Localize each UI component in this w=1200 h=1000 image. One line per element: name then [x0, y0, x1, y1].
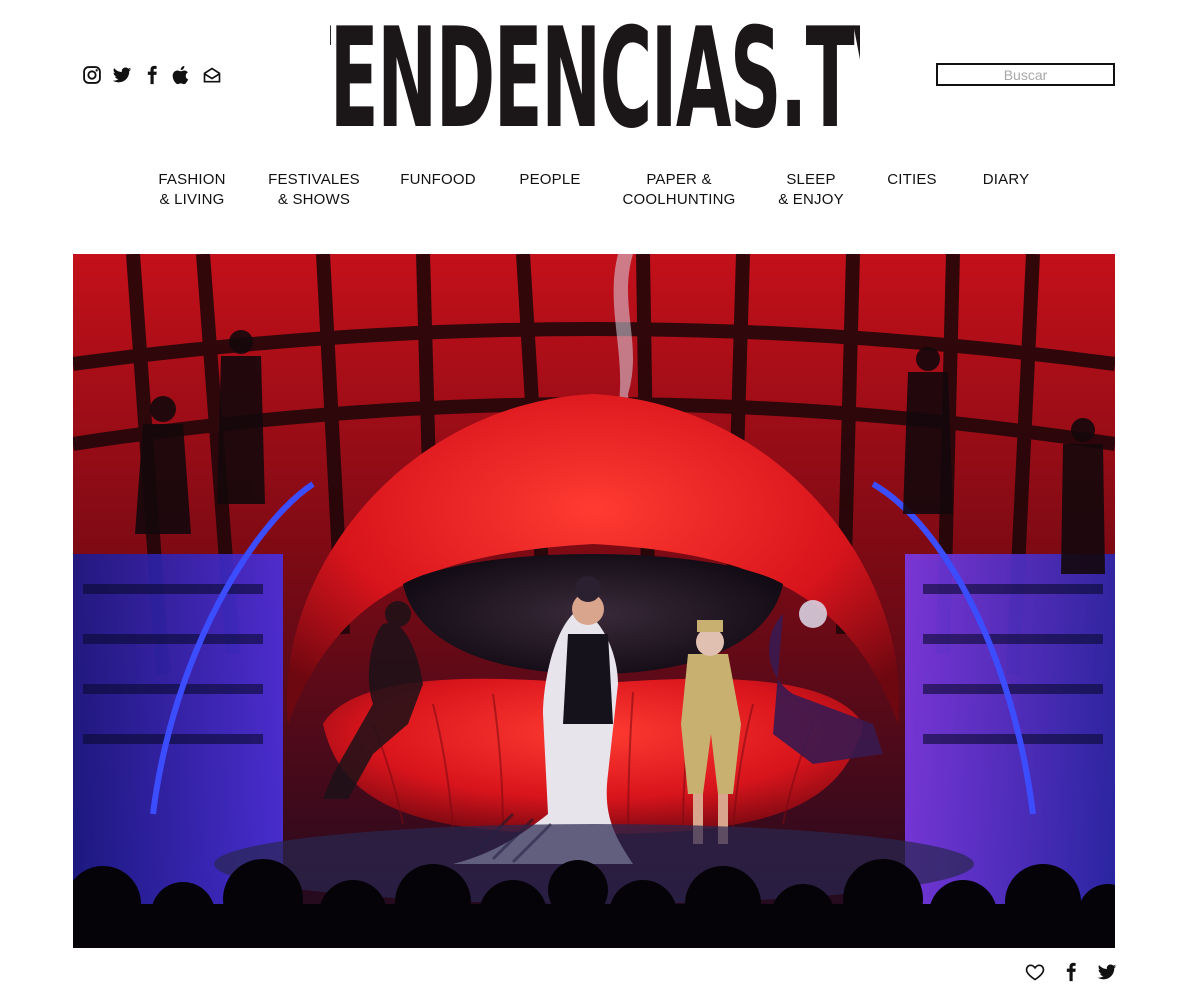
main-nav: FASHION & LIVING FESTIVALES & SHOWS FUNF…	[0, 170, 1200, 220]
share-bar	[1024, 961, 1118, 983]
nav-item-paper-coolhunting[interactable]: PAPER & COOLHUNTING	[622, 170, 735, 209]
site-logo[interactable]: TENDENCIAS.TV	[330, 4, 860, 154]
twitter-icon[interactable]	[1096, 961, 1118, 983]
search-box	[936, 63, 1115, 86]
mail-icon[interactable]	[202, 64, 222, 86]
facebook-icon[interactable]	[1060, 961, 1082, 983]
hero-illustration	[73, 254, 1115, 948]
facebook-icon[interactable]	[142, 64, 162, 86]
nav-item-people[interactable]: PEOPLE	[519, 170, 580, 190]
nav-item-festivales-shows[interactable]: FESTIVALES & SHOWS	[268, 170, 360, 209]
nav-item-cities[interactable]: CITIES	[887, 170, 937, 190]
heart-icon[interactable]	[1024, 961, 1046, 983]
nav-item-fashion-living[interactable]: FASHION & LIVING	[158, 170, 225, 209]
nav-item-sleep-enjoy[interactable]: SLEEP & ENJOY	[778, 170, 844, 209]
twitter-icon[interactable]	[112, 64, 132, 86]
social-links	[82, 64, 222, 86]
search-input[interactable]	[938, 65, 1113, 84]
nav-item-funfood[interactable]: FUNFOOD	[400, 170, 476, 190]
hero-image[interactable]	[73, 254, 1115, 948]
apple-icon[interactable]	[172, 64, 192, 86]
nav-item-diary[interactable]: DIARY	[983, 170, 1030, 190]
logo-text: TENDENCIAS.TV	[330, 4, 860, 154]
instagram-icon[interactable]	[82, 64, 102, 86]
